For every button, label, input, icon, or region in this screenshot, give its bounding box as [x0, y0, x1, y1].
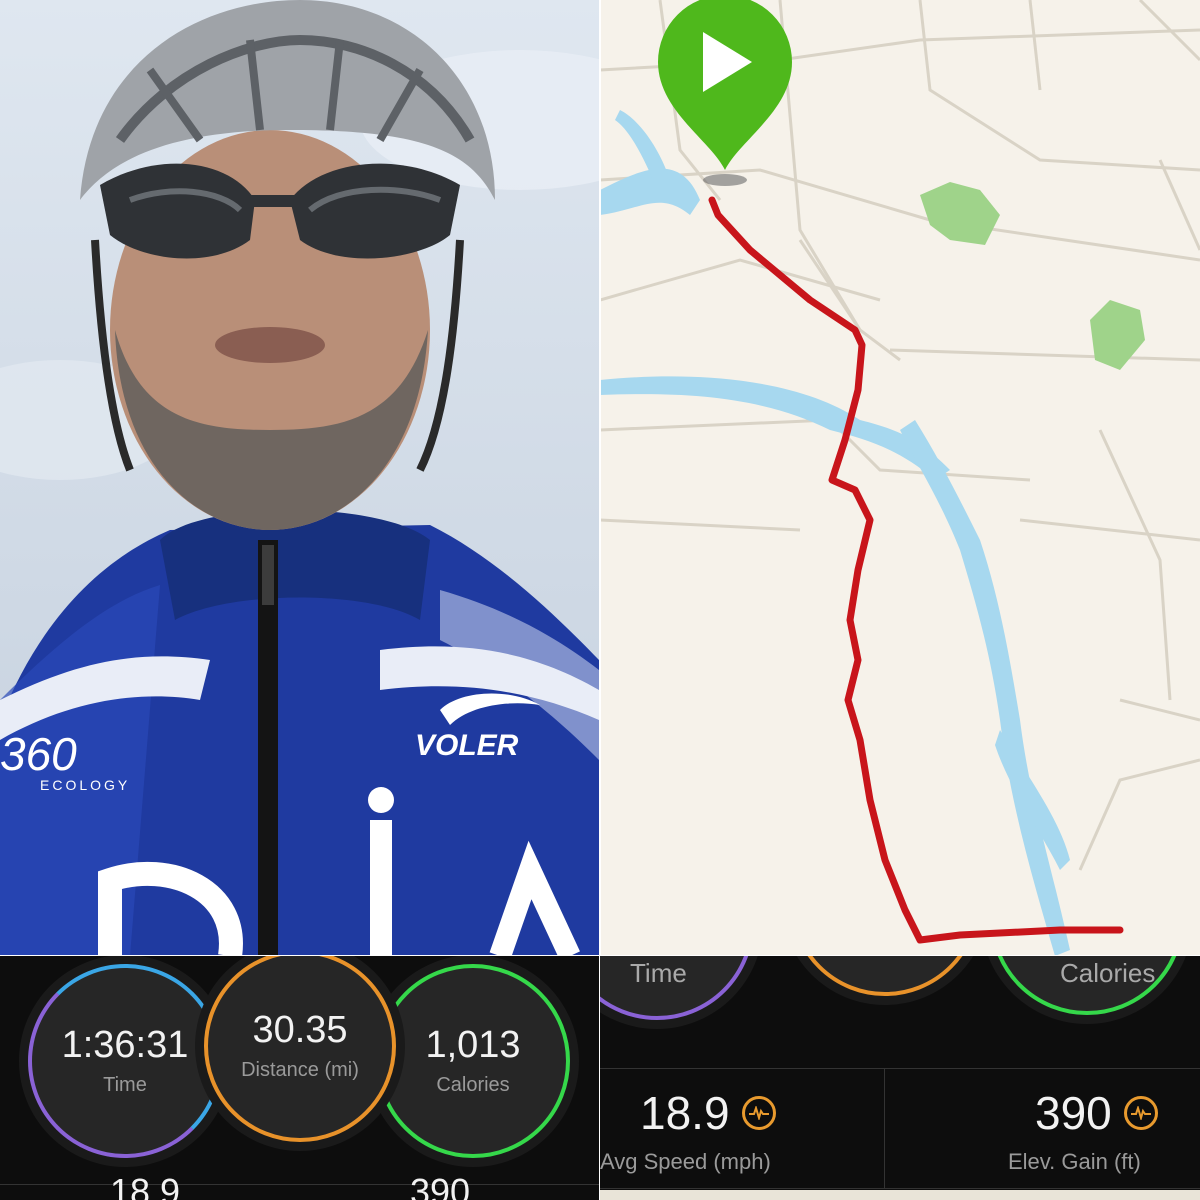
route-map[interactable] [600, 0, 1200, 956]
stats-divider [0, 1184, 599, 1185]
distance-label: Distance (mi) [241, 1058, 359, 1081]
map-canvas[interactable] [600, 0, 1200, 956]
elev-gain-value: 390 [1035, 1087, 1112, 1139]
calories-label-partial: Calories [1060, 958, 1156, 988]
distance-ring[interactable]: 30.35 Distance (mi) [204, 956, 396, 1142]
pulse-icon [1123, 1096, 1158, 1130]
avg-speed-partial: 18.9 [110, 1171, 180, 1200]
calories-ring[interactable]: 1,013 Calories [376, 964, 570, 1158]
route-path [708, 196, 1124, 944]
selfie-image: 360 ECOLOGY VOLER [0, 0, 599, 956]
stats-divider-top [600, 1068, 1200, 1069]
activity-stats-detail: Time Calories 18.9 Avg Speed (mph) 390 E… [600, 956, 1200, 1200]
stats-divider-mid [884, 1068, 885, 1188]
jersey-brand-text: VOLER [415, 729, 519, 762]
calories-value: 1,013 [425, 1023, 521, 1066]
elev-gain-label: Elev. Gain (ft) [1008, 1149, 1141, 1174]
time-ring[interactable]: 1:36:31 Time [28, 964, 222, 1158]
distance-ring-partial[interactable] [790, 956, 980, 996]
map-strip [600, 1190, 1200, 1200]
time-value: 1:36:31 [61, 1023, 189, 1066]
distance-value: 30.35 [252, 1008, 348, 1051]
map-water [600, 110, 1070, 956]
map-parks [920, 182, 1145, 370]
jersey-logo-360-sub: ECOLOGY [40, 777, 130, 793]
elev-gain-partial-value: 390 [410, 1171, 471, 1200]
jersey-logo-360: 360 [0, 728, 77, 780]
time-label-partial: Time [630, 958, 687, 988]
avg-speed-stat[interactable]: 18.9 [640, 1086, 776, 1140]
pulse-icon [741, 1096, 776, 1130]
avg-speed-label: Avg Speed (mph) [600, 1149, 771, 1174]
stats-divider-bottom [600, 1188, 1200, 1189]
jersey-letter-i [370, 820, 392, 956]
elev-gain-partial: 390 [410, 1171, 470, 1200]
start-marker[interactable] [658, 0, 792, 186]
avg-speed-partial-value: 18.9 [110, 1171, 181, 1200]
activity-stats-summary: 1:36:31 Time 30.35 Distance (mi) 1,013 C… [0, 956, 599, 1200]
time-label: Time [103, 1073, 147, 1096]
calories-label: Calories [436, 1073, 510, 1096]
selfie-photo: 360 ECOLOGY VOLER [0, 0, 599, 956]
avg-speed-value: 18.9 [640, 1087, 730, 1139]
elev-gain-stat[interactable]: 390 [1035, 1086, 1158, 1140]
